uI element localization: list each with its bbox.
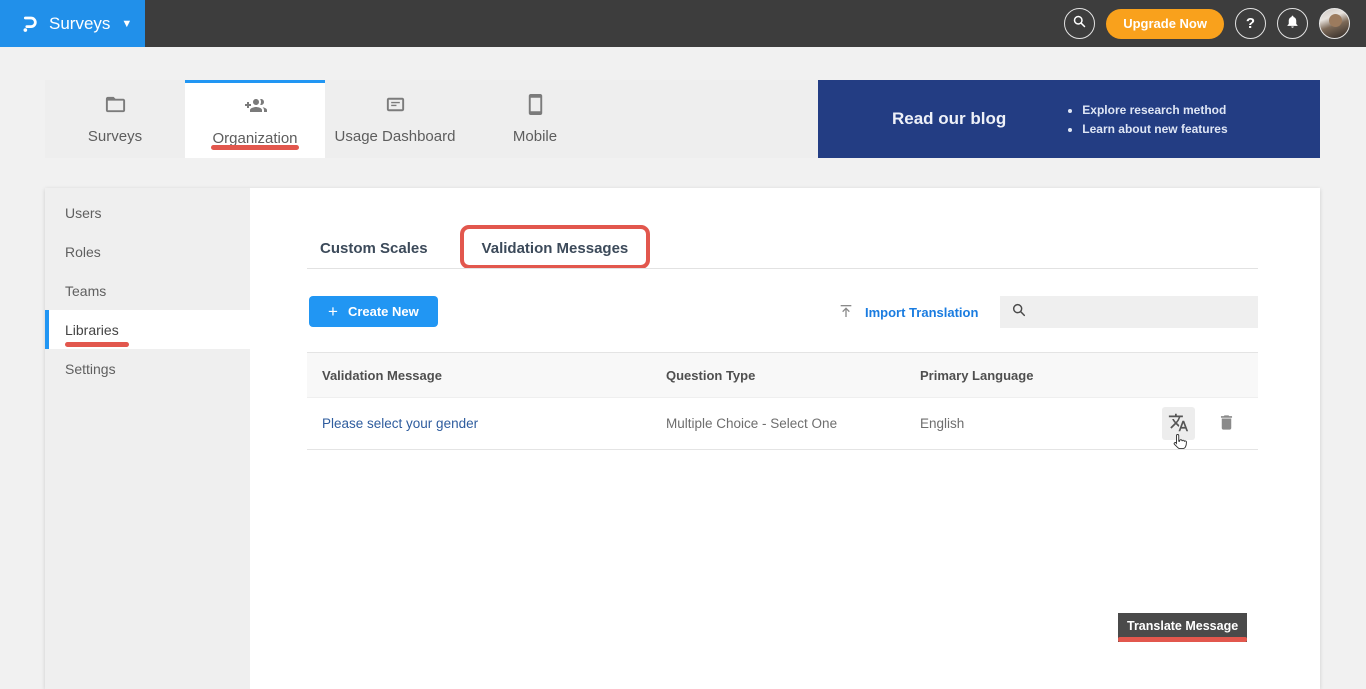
delete-message-button[interactable]	[1210, 407, 1243, 440]
header-actions: Upgrade Now ?	[1064, 8, 1366, 39]
sidebar-item-roles[interactable]: Roles	[45, 232, 250, 271]
table-search	[1000, 296, 1258, 328]
tab-usage-dashboard-label: Usage Dashboard	[335, 128, 456, 145]
tab-surveys[interactable]: Surveys	[45, 80, 185, 158]
sidebar-item-label: Users	[65, 205, 102, 221]
module-tab-strip: Surveys Organization Usage Dashboard Mob…	[45, 80, 818, 158]
sidebar-item-label: Settings	[65, 361, 116, 377]
top-header: Surveys ▼ Upgrade Now ?	[0, 0, 1366, 47]
annotation-underline-organization	[211, 145, 299, 150]
tab-organization[interactable]: Organization	[185, 80, 325, 158]
main-card: Users Roles Teams Libraries Settings Cus…	[45, 188, 1320, 689]
question-type-cell: Multiple Choice - Select One	[666, 416, 837, 431]
product-switcher[interactable]: Surveys ▼	[0, 0, 145, 47]
upload-icon	[838, 303, 854, 322]
chevron-down-icon: ▼	[121, 18, 132, 30]
sidebar-item-label: Libraries	[65, 322, 119, 338]
trash-icon	[1217, 413, 1236, 435]
import-translation-link[interactable]: Import Translation	[838, 303, 978, 322]
upgrade-now-button[interactable]: Upgrade Now	[1106, 9, 1224, 39]
libraries-content: Custom Scales Validation Messages + Crea…	[250, 188, 1320, 689]
column-header-primary-language: Primary Language	[920, 368, 1120, 383]
primary-language-cell: English	[920, 416, 964, 431]
tab-validation-messages-label: Validation Messages	[482, 240, 629, 257]
questionpro-logo-icon	[18, 13, 40, 35]
group-add-icon	[243, 94, 267, 123]
cursor-hand-icon	[1172, 433, 1187, 453]
validation-messages-table: Validation Message Question Type Primary…	[307, 352, 1258, 450]
settings-sidebar: Users Roles Teams Libraries Settings	[45, 188, 250, 689]
create-new-button[interactable]: + Create New	[309, 296, 438, 327]
banner-bullet: Explore research method	[1082, 103, 1227, 117]
sidebar-item-label: Roles	[65, 244, 101, 260]
plus-icon: +	[328, 302, 338, 322]
search-input[interactable]	[1035, 305, 1258, 320]
product-name: Surveys	[49, 14, 110, 34]
smartphone-icon	[524, 93, 547, 121]
tab-custom-scales[interactable]: Custom Scales	[307, 232, 441, 269]
banner-title: Read our blog	[892, 109, 1006, 129]
question-mark-icon: ?	[1246, 15, 1255, 32]
search-icon	[1011, 302, 1027, 323]
column-header-question-type: Question Type	[666, 368, 920, 383]
global-search-button[interactable]	[1064, 8, 1095, 39]
table-header-row: Validation Message Question Type Primary…	[307, 352, 1258, 397]
tab-mobile[interactable]: Mobile	[465, 80, 605, 158]
import-translation-label: Import Translation	[865, 305, 978, 320]
row-actions	[1162, 407, 1243, 440]
tab-surveys-label: Surveys	[88, 128, 142, 145]
search-icon	[1072, 14, 1087, 33]
table-row: Please select your gender Multiple Choic…	[307, 397, 1258, 450]
translate-message-tooltip: Translate Message	[1118, 613, 1247, 642]
create-new-label: Create New	[348, 304, 419, 319]
translate-message-button[interactable]	[1162, 407, 1195, 440]
sidebar-item-teams[interactable]: Teams	[45, 271, 250, 310]
folder-icon	[104, 93, 127, 121]
tooltip-label: Translate Message	[1127, 619, 1238, 633]
translate-icon	[1168, 412, 1189, 436]
notifications-button[interactable]	[1277, 8, 1308, 39]
bell-icon	[1285, 14, 1300, 33]
banner-bullet-list: Explore research method Learn about new …	[1068, 98, 1227, 141]
annotation-underline-libraries	[65, 342, 129, 347]
sidebar-item-label: Teams	[65, 283, 106, 299]
tab-mobile-label: Mobile	[513, 128, 557, 145]
validation-message-link[interactable]: Please select your gender	[322, 416, 478, 431]
tab-usage-dashboard[interactable]: Usage Dashboard	[325, 80, 465, 158]
user-avatar[interactable]	[1319, 8, 1350, 39]
sidebar-item-libraries[interactable]: Libraries	[45, 310, 250, 349]
sidebar-item-users[interactable]: Users	[45, 193, 250, 232]
library-tabs: Custom Scales Validation Messages	[307, 232, 641, 269]
help-button[interactable]: ?	[1235, 8, 1266, 39]
tabs-divider	[307, 268, 1258, 269]
banner-bullet: Learn about new features	[1082, 122, 1227, 136]
tab-validation-messages[interactable]: Validation Messages	[469, 232, 642, 269]
annotation-underline-tooltip	[1118, 637, 1247, 642]
blog-banner[interactable]: Read our blog Explore research method Le…	[818, 80, 1320, 158]
dashboard-icon	[384, 93, 407, 121]
column-header-validation-message: Validation Message	[322, 368, 666, 383]
sidebar-item-settings[interactable]: Settings	[45, 349, 250, 388]
